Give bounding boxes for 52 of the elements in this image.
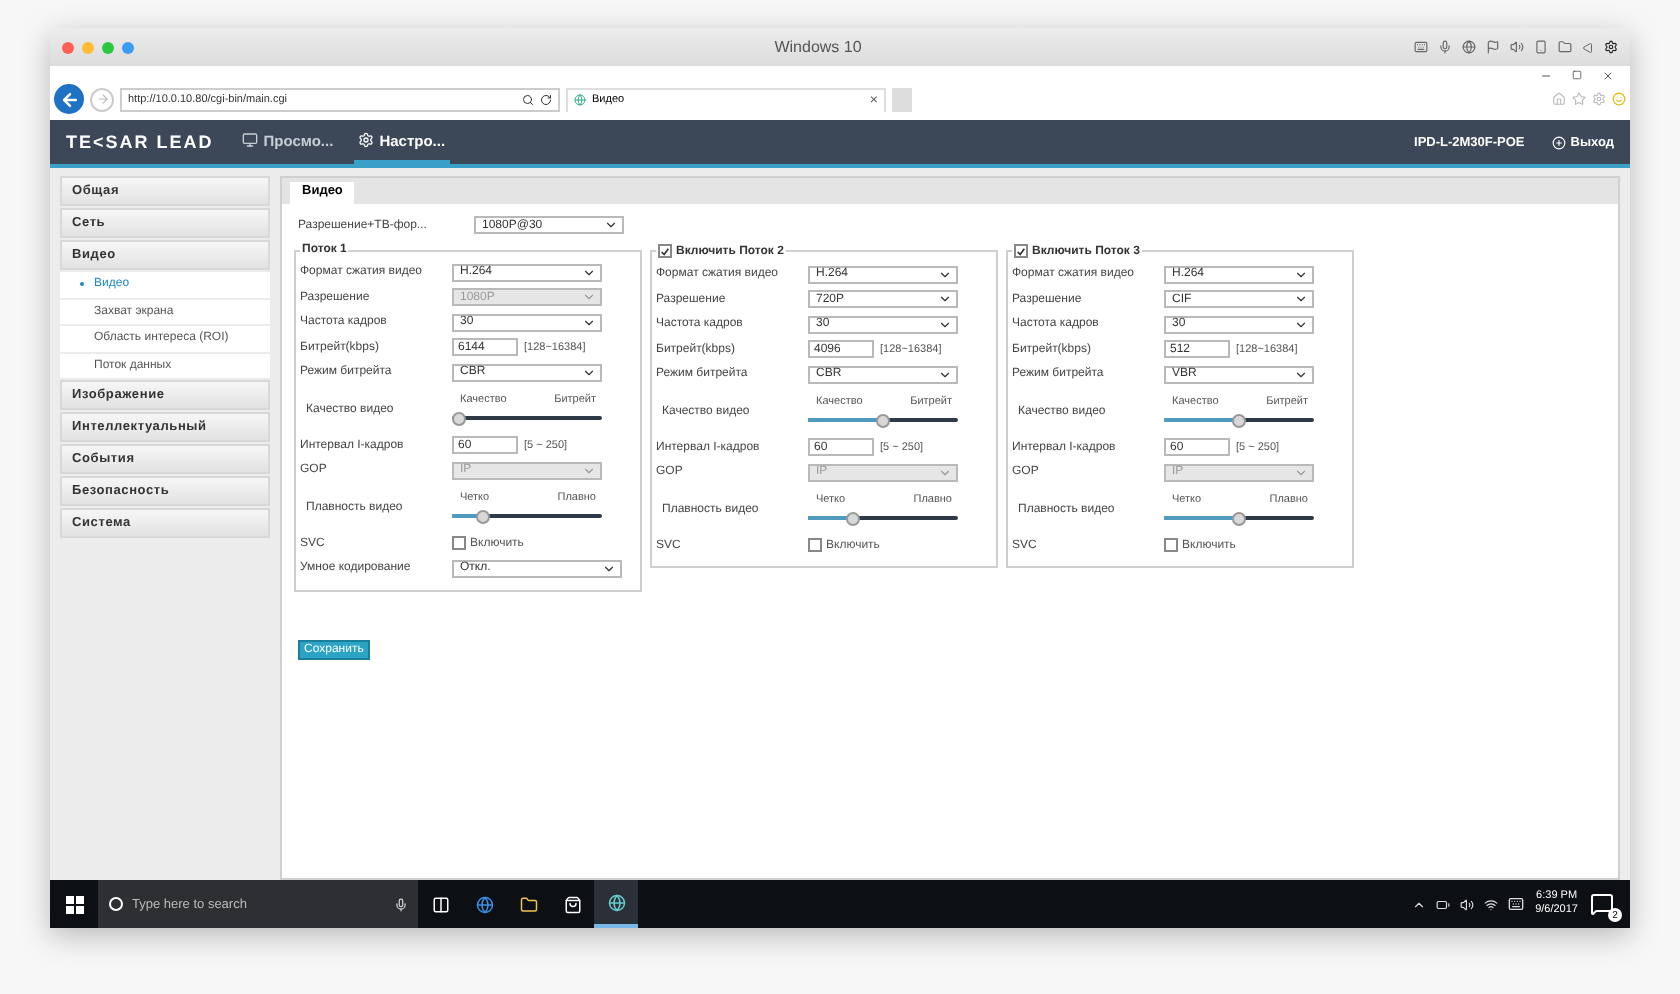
settings-icon[interactable] (1604, 40, 1619, 54)
browser-icon[interactable] (594, 880, 638, 928)
slider-thumb[interactable] (876, 413, 890, 427)
restore-icon[interactable] (1572, 70, 1582, 80)
checkbox[interactable] (808, 538, 822, 553)
chevron-icon (582, 365, 596, 380)
checkbox[interactable] (1164, 538, 1178, 553)
slider-thumb[interactable] (1232, 511, 1246, 525)
refresh-icon[interactable] (540, 93, 552, 105)
forward-arrow-icon (95, 92, 109, 106)
flag-icon[interactable] (1486, 40, 1501, 54)
speaker-icon[interactable] (1459, 897, 1474, 911)
phone-icon[interactable] (1534, 40, 1549, 54)
chevron-icon (1294, 465, 1308, 480)
battery-icon[interactable] (1435, 897, 1450, 911)
chevron-icon[interactable] (1411, 897, 1426, 911)
window-control-dot[interactable] (102, 41, 114, 53)
back-button[interactable] (54, 84, 84, 114)
globe-icon (574, 94, 586, 106)
triangle-icon[interactable] (1582, 41, 1595, 53)
globe-icon[interactable] (1462, 40, 1477, 54)
plus-circle-icon (1552, 135, 1567, 149)
settings-icon (357, 132, 374, 148)
circle-icon (108, 896, 124, 912)
close-icon[interactable] (1602, 69, 1614, 81)
back-arrow-icon (59, 89, 79, 109)
chevron-icon (582, 463, 596, 478)
folder-icon[interactable] (1558, 40, 1573, 54)
mic-icon[interactable] (1438, 40, 1453, 54)
logo: TE<SAR LEAD (66, 132, 214, 152)
slider-thumb[interactable] (452, 411, 466, 425)
chevron-icon (1294, 367, 1308, 382)
chevron-icon (938, 465, 952, 480)
star-icon[interactable] (1572, 92, 1586, 106)
chevron-icon (602, 561, 616, 576)
checkbox[interactable] (658, 244, 672, 258)
network-icon[interactable] (1483, 897, 1498, 911)
window-control-dot[interactable] (62, 41, 74, 53)
slider-thumb[interactable] (846, 511, 860, 525)
window-control-dot[interactable] (82, 41, 94, 53)
mic-icon[interactable] (394, 897, 408, 911)
slider-thumb[interactable] (475, 509, 489, 523)
window-title: Windows 10 (774, 38, 862, 56)
minimize-icon[interactable] (1540, 69, 1552, 81)
checkbox[interactable] (452, 536, 466, 551)
slider-thumb[interactable] (1232, 413, 1246, 427)
checkbox[interactable] (1014, 244, 1028, 258)
chevron-icon (938, 367, 952, 382)
search-icon[interactable] (522, 93, 534, 105)
chevron-icon (604, 218, 618, 232)
window-control-dot[interactable] (122, 41, 134, 53)
monitor-icon (241, 132, 258, 148)
